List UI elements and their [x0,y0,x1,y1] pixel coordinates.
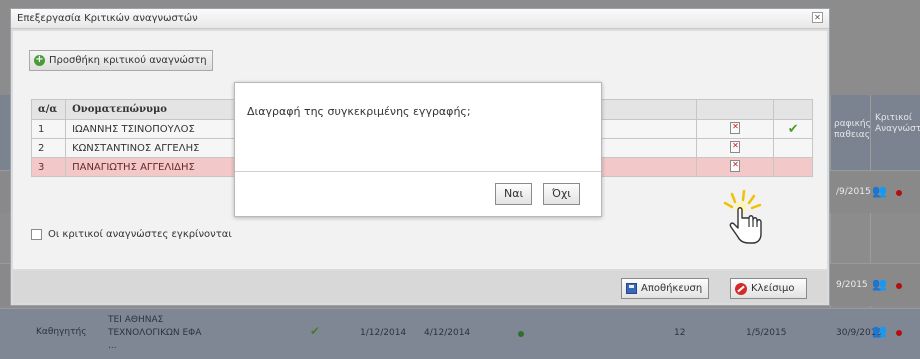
status-cell: ✔ [773,119,813,139]
check-icon: ✔ [787,121,799,137]
col-header-status [773,99,813,120]
yes-button[interactable]: Ναι [495,183,533,205]
no-button[interactable]: Όχι [543,183,581,205]
date-cell: 1/5/2015 [746,328,787,338]
dialog-titlebar: Επεξεργασία Κριτικών αναγνωστών ✕ [11,9,829,29]
row-num: 3 [30,157,67,177]
cancel-icon [735,282,747,295]
row-num: 2 [30,138,67,158]
approve-checkbox[interactable] [31,229,42,240]
col-header-delete [696,99,775,120]
status-dot-icon [518,331,524,337]
hand-cursor-icon [723,190,762,244]
approve-option[interactable]: Οι κριτικοί αναγνώστες εγκρίνονται [31,229,232,240]
people-icon[interactable]: 👥 [872,324,887,338]
background-date: 9/2015 [836,280,868,290]
date-cell: 4/12/2014 [424,328,471,338]
delete-confirm-dialog: Διαγραφή της συγκεκριμένης εγγραφής; Ναι… [234,82,602,217]
dialog-title: Επεξεργασία Κριτικών αναγνωστών [17,13,198,24]
delete-cell [696,157,775,177]
delete-icon[interactable] [730,159,741,172]
add-reader-label: Προσθήκη κριτικού αναγνώστη [49,55,207,66]
count-cell: 12 [674,328,686,338]
role-cell: Καθηγητής [36,327,87,337]
row-num: 1 [30,119,67,139]
add-reader-button[interactable]: + Προσθήκη κριτικού αναγνώστη [29,50,213,71]
status-cell [773,157,813,177]
background-row: Καθηγητής ΤΕΙ ΑΘΗΝΑΣ ΤΕΧΝΟΛΟΓΙΚΩΝ ΕΦΑ ..… [0,308,920,359]
people-icon[interactable]: 👥 [872,184,887,198]
delete-icon[interactable] [730,140,741,153]
background-date: /9/2015 [836,187,871,197]
org-line: ΤΕΧΝΟΛΟΓΙΚΩΝ ΕΦΑ [108,328,202,338]
delete-cell [696,119,775,139]
delete-cell [696,138,775,158]
dialog-footer: Αποθήκευση Κλείσιμο [13,271,827,303]
save-label: Αποθήκευση [641,283,703,294]
col-header-num: α/α [30,99,67,120]
close-label: Κλείσιμο [751,283,795,294]
status-dot-icon [896,190,902,196]
date-cell: 1/12/2014 [360,328,407,338]
confirm-message: Διαγραφή της συγκεκριμένης εγγραφής; [247,105,471,118]
org-line: ... [108,341,117,351]
status-dot-icon [896,330,902,336]
divider [235,171,601,172]
people-icon[interactable]: 👥 [872,277,887,291]
check-icon: ✔ [310,324,321,338]
status-dot-icon [896,283,902,289]
delete-icon[interactable] [730,121,741,134]
approve-label: Οι κριτικοί αναγνώστες εγκρίνονται [48,229,232,240]
close-icon[interactable]: ✕ [812,12,823,23]
background-col-dates: ραφικής παθειας [834,119,871,140]
close-button[interactable]: Κλείσιμο [730,278,807,299]
plus-icon: + [34,54,45,66]
save-icon [626,283,637,294]
background-col-readers: ΚριτικοίΑναγνώστε [875,113,920,134]
org-line: ΤΕΙ ΑΘΗΝΑΣ [108,315,164,325]
save-button[interactable]: Αποθήκευση [621,278,710,299]
status-cell [773,138,813,158]
